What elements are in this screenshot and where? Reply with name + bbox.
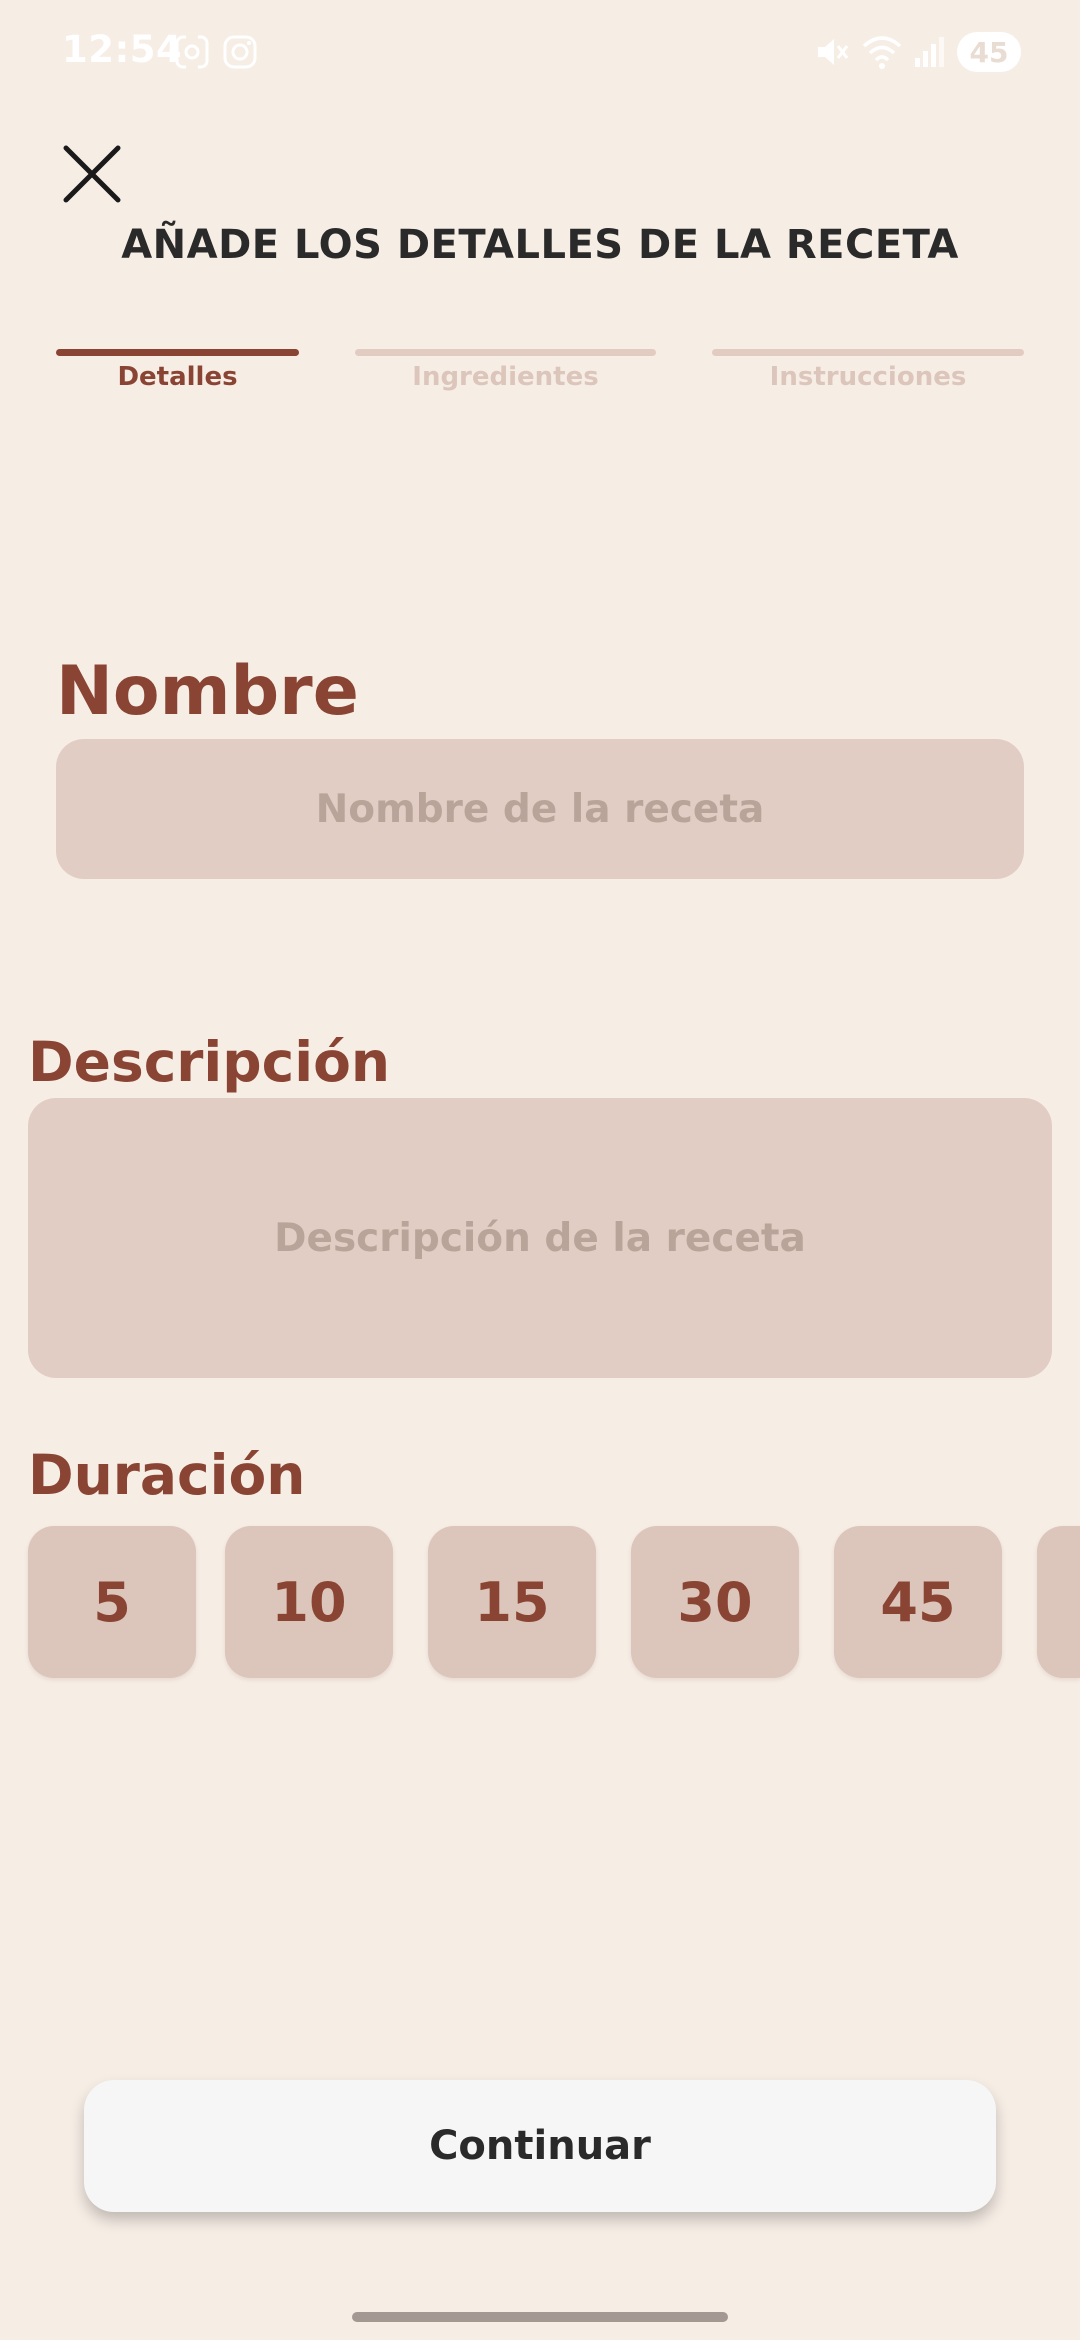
status-time: 12:54 xyxy=(62,28,183,71)
recipe-description-input[interactable]: Descripción de la receta xyxy=(28,1098,1052,1378)
step-bar-ingredientes xyxy=(355,349,656,356)
duration-option-30[interactable]: 30 xyxy=(631,1526,799,1678)
duration-option-more[interactable] xyxy=(1037,1526,1080,1678)
duration-option-45[interactable]: 45 xyxy=(834,1526,1002,1678)
tab-instrucciones[interactable]: Instrucciones xyxy=(712,362,1024,392)
tab-detalles[interactable]: Detalles xyxy=(56,362,299,392)
mute-icon xyxy=(818,39,849,65)
description-label: Descripción xyxy=(28,1030,391,1094)
tab-ingredientes[interactable]: Ingredientes xyxy=(355,362,656,392)
page-title: AÑADE LOS DETALLES DE LA RECETA xyxy=(121,222,959,268)
duration-option-10[interactable]: 10 xyxy=(225,1526,393,1678)
screenshot-icon xyxy=(175,34,209,70)
duration-label: Duración xyxy=(28,1443,306,1507)
step-bar-detalles xyxy=(56,349,299,356)
wifi-icon xyxy=(862,36,902,69)
signal-icon xyxy=(915,37,944,67)
close-icon[interactable] xyxy=(60,142,124,206)
name-label: Nombre xyxy=(56,652,359,731)
continue-button[interactable]: Continuar xyxy=(84,2080,996,2212)
battery-indicator: 45 xyxy=(957,32,1021,72)
duration-option-5[interactable]: 5 xyxy=(28,1526,196,1678)
duration-option-15[interactable]: 15 xyxy=(428,1526,596,1678)
home-indicator[interactable] xyxy=(352,2312,728,2322)
step-bar-instrucciones xyxy=(712,349,1024,356)
instagram-icon xyxy=(223,35,257,69)
recipe-name-input[interactable]: Nombre de la receta xyxy=(56,739,1024,879)
